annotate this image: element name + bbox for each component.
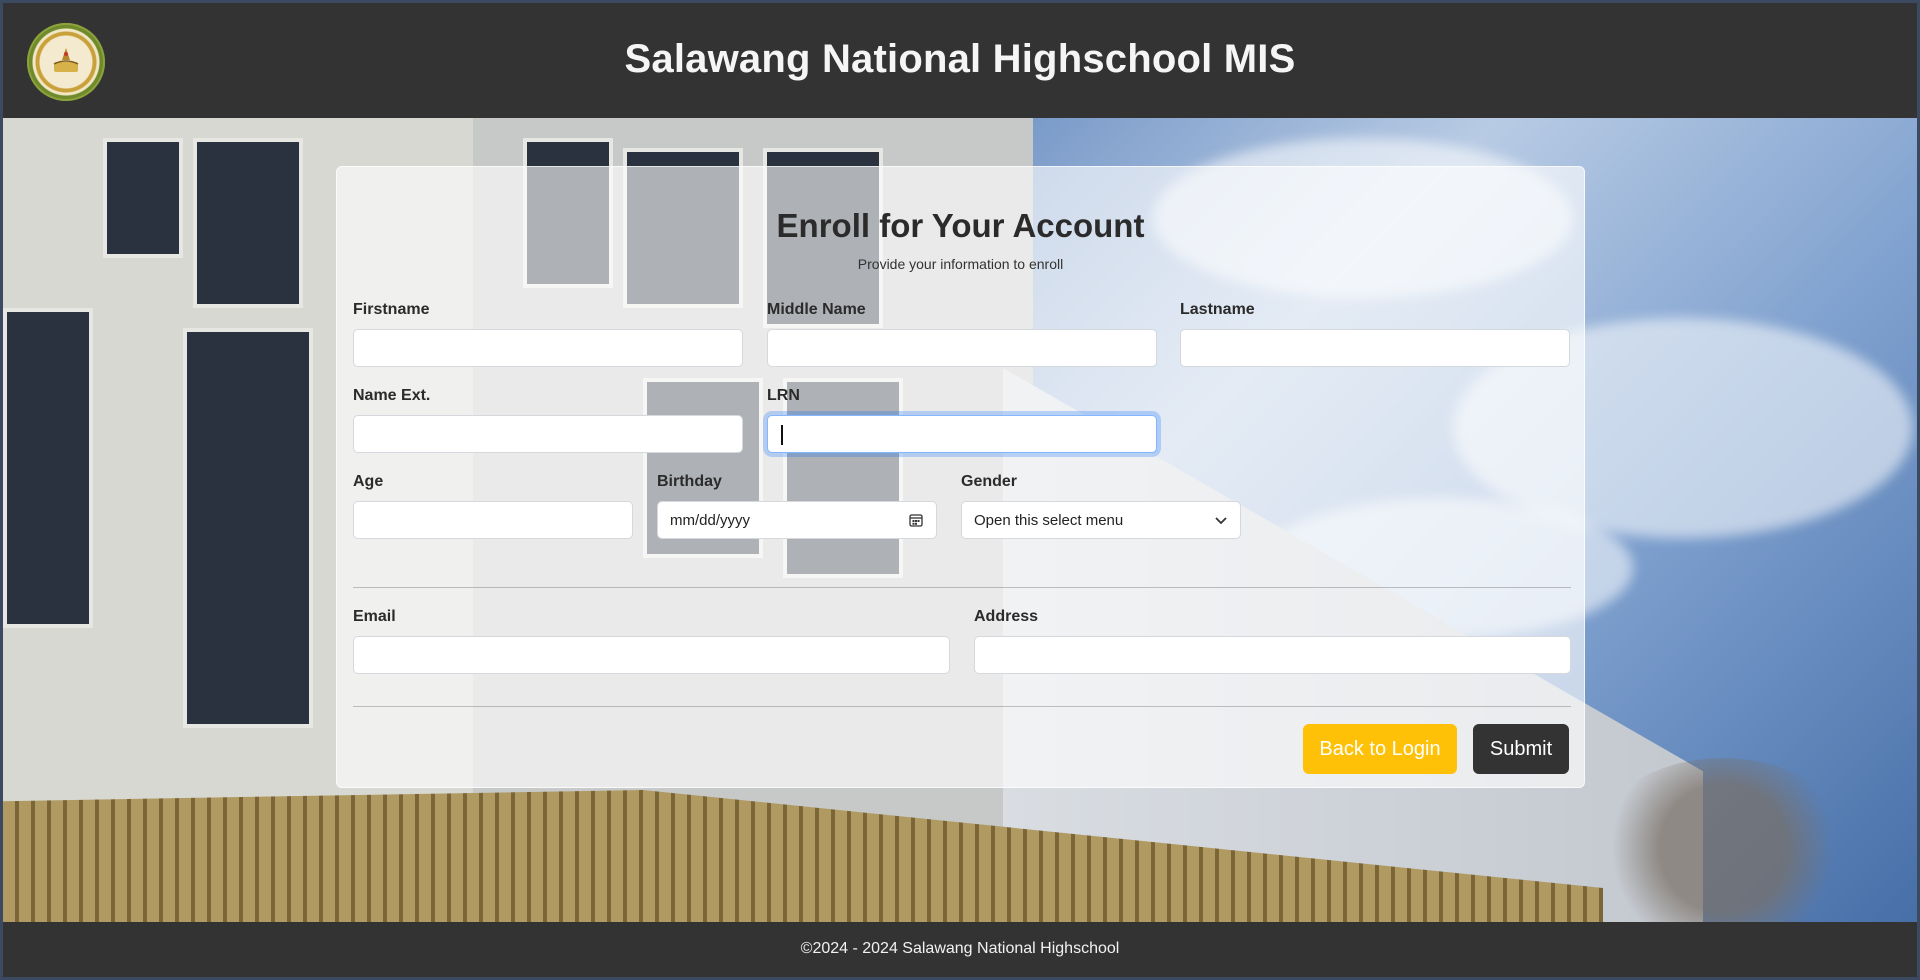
birthday-input[interactable]: mm/dd/yyyy (657, 501, 937, 539)
footer: ©2024 - 2024 Salawang National Highschoo… (3, 922, 1917, 977)
chevron-down-icon (1215, 517, 1227, 525)
top-header: Salawang National Highschool MIS (3, 3, 1917, 118)
form-subtitle: Provide your information to enroll (857, 256, 1064, 272)
birthday-label: Birthday (657, 473, 722, 490)
divider-1 (353, 587, 1571, 588)
lastname-group: Lastname (1180, 301, 1570, 367)
gender-group: Gender Open this select menu (961, 473, 1241, 539)
calendar-icon[interactable] (908, 512, 924, 528)
name-ext-input[interactable] (353, 415, 743, 453)
email-input[interactable] (353, 636, 950, 674)
gender-select[interactable]: Open this select menu (961, 501, 1241, 539)
age-input[interactable] (353, 501, 633, 539)
age-label: Age (353, 473, 384, 490)
submit-button[interactable]: Submit (1473, 724, 1569, 774)
birthday-placeholder: mm/dd/yyyy (670, 511, 751, 529)
email-label: Email (353, 608, 396, 625)
gender-label: Gender (961, 473, 1018, 490)
lrn-input[interactable] (767, 415, 1157, 453)
birthday-group: Birthday mm/dd/yyyy (657, 473, 937, 539)
back-to-login-button[interactable]: Back to Login (1303, 724, 1457, 774)
middlename-group: Middle Name (767, 301, 1157, 367)
text-caret (781, 425, 783, 445)
lrn-group: LRN (767, 387, 1157, 453)
footer-copyright: ©2024 - 2024 Salawang National Highschoo… (800, 940, 1120, 957)
enroll-card: Enroll for Your Account Provide your inf… (336, 166, 1585, 788)
address-group: Address (974, 608, 1571, 674)
address-input[interactable] (974, 636, 1571, 674)
firstname-group: Firstname (353, 301, 743, 367)
lastname-label: Lastname (1180, 301, 1255, 318)
age-group: Age (353, 473, 633, 539)
name-ext-label: Name Ext. (353, 387, 431, 404)
firstname-input[interactable] (353, 329, 743, 367)
middlename-label: Middle Name (767, 301, 866, 318)
gender-selected: Open this select menu (974, 511, 1124, 529)
email-group: Email (353, 608, 950, 674)
name-ext-group: Name Ext. (353, 387, 743, 453)
lrn-label: LRN (767, 387, 800, 404)
form-title: Enroll for Your Account (776, 207, 1145, 244)
divider-2 (353, 706, 1571, 707)
address-label: Address (974, 608, 1039, 625)
middlename-input[interactable] (767, 329, 1157, 367)
lastname-input[interactable] (1180, 329, 1570, 367)
site-title: Salawang National Highschool MIS (624, 37, 1296, 81)
firstname-label: Firstname (353, 301, 430, 318)
